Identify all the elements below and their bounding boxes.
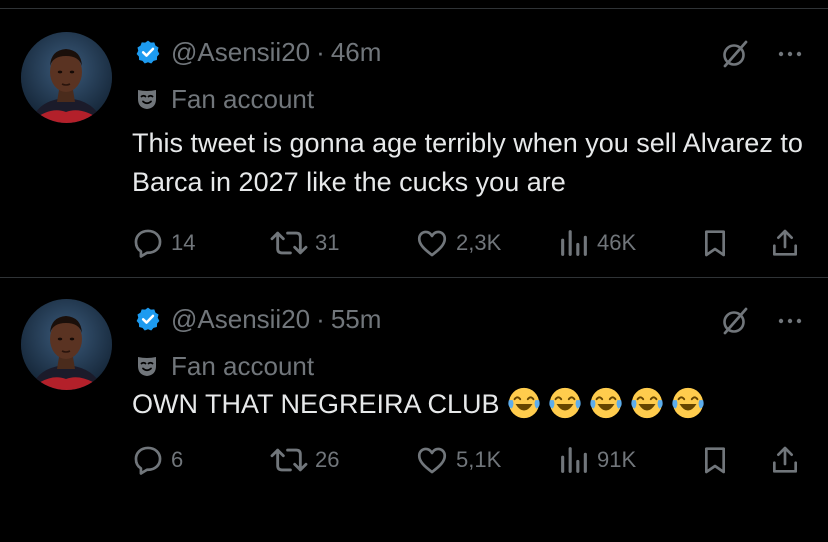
repost-icon (270, 231, 308, 255)
tweet-actions: 6 26 5,1K 91K (131, 442, 811, 478)
like-count: 5,1K (456, 447, 502, 472)
reply-icon (134, 229, 162, 258)
laughing-emoji-icon (548, 386, 582, 420)
grok-icon[interactable] (720, 306, 750, 336)
repost-count: 26 (315, 447, 340, 472)
laughing-emoji-icon (671, 386, 705, 420)
reply-count: 6 (171, 447, 184, 472)
views-icon (561, 447, 587, 473)
laughing-emoji-icon (507, 386, 541, 420)
laughing-emoji-icon (630, 386, 664, 420)
mask-icon (135, 354, 159, 378)
like-count: 2,3K (456, 230, 502, 255)
like-icon (417, 447, 447, 474)
tweet-actions: 14 31 2,3K 46K (131, 225, 811, 261)
share-button[interactable] (769, 442, 801, 478)
timestamp[interactable]: 55m (331, 304, 382, 335)
repost-button[interactable]: 26 (269, 442, 339, 478)
tweet-2[interactable]: @Asensii20 · 55m Fan account OWN THAT NE… (0, 276, 828, 542)
verified-badge-icon (135, 306, 161, 332)
like-button[interactable]: 2,3K (414, 225, 501, 261)
views-icon (561, 230, 587, 256)
reply-icon (134, 446, 162, 475)
avatar[interactable] (21, 32, 112, 123)
views-button[interactable]: 91K (557, 442, 636, 478)
reply-button[interactable]: 14 (131, 225, 195, 261)
bookmark-button[interactable] (699, 442, 731, 478)
tweet-text: OWN THAT NEGREIRA CLUB (132, 385, 812, 424)
account-label: Fan account (135, 81, 314, 117)
avatar[interactable] (21, 299, 112, 390)
mask-icon (135, 87, 159, 111)
share-button[interactable] (769, 225, 801, 261)
bookmark-button[interactable] (699, 225, 731, 261)
bookmark-icon (705, 447, 725, 474)
repost-icon (270, 448, 308, 472)
repost-count: 31 (315, 230, 340, 255)
like-button[interactable]: 5,1K (414, 442, 501, 478)
timestamp[interactable]: 46m (331, 37, 382, 68)
tweet-top-actions (720, 39, 804, 69)
reply-button[interactable]: 6 (131, 442, 183, 478)
tweet-top-actions (720, 306, 804, 336)
account-label-text: Fan account (171, 350, 315, 381)
separator-dot: · (316, 303, 325, 334)
reply-count: 14 (171, 230, 196, 255)
bookmark-icon (705, 230, 725, 257)
tweet-header: @Asensii20 · 55m (135, 301, 381, 337)
separator-dot: · (316, 36, 325, 67)
share-icon (773, 446, 797, 473)
views-count: 46K (597, 230, 637, 255)
account-label-text: Fan account (171, 83, 315, 114)
grok-icon[interactable] (720, 39, 750, 69)
more-icon[interactable] (776, 40, 804, 68)
verified-badge-icon (135, 39, 161, 65)
user-handle[interactable]: @Asensii20 (171, 304, 310, 335)
share-icon (773, 229, 797, 256)
account-label: Fan account (135, 348, 314, 384)
views-count: 91K (597, 447, 637, 472)
tweet-header: @Asensii20 · 46m (135, 34, 381, 70)
tweet-1[interactable]: @Asensii20 · 46m Fan account This tweet … (0, 9, 828, 275)
repost-button[interactable]: 31 (269, 225, 339, 261)
tweet-text-content: OWN THAT NEGREIRA CLUB (132, 389, 500, 419)
more-icon[interactable] (776, 307, 804, 335)
views-button[interactable]: 46K (557, 225, 636, 261)
like-icon (417, 230, 447, 257)
laughing-emoji-icon (589, 386, 623, 420)
user-handle[interactable]: @Asensii20 (171, 37, 310, 68)
tweet-text: This tweet is gonna age terribly when yo… (132, 128, 803, 197)
